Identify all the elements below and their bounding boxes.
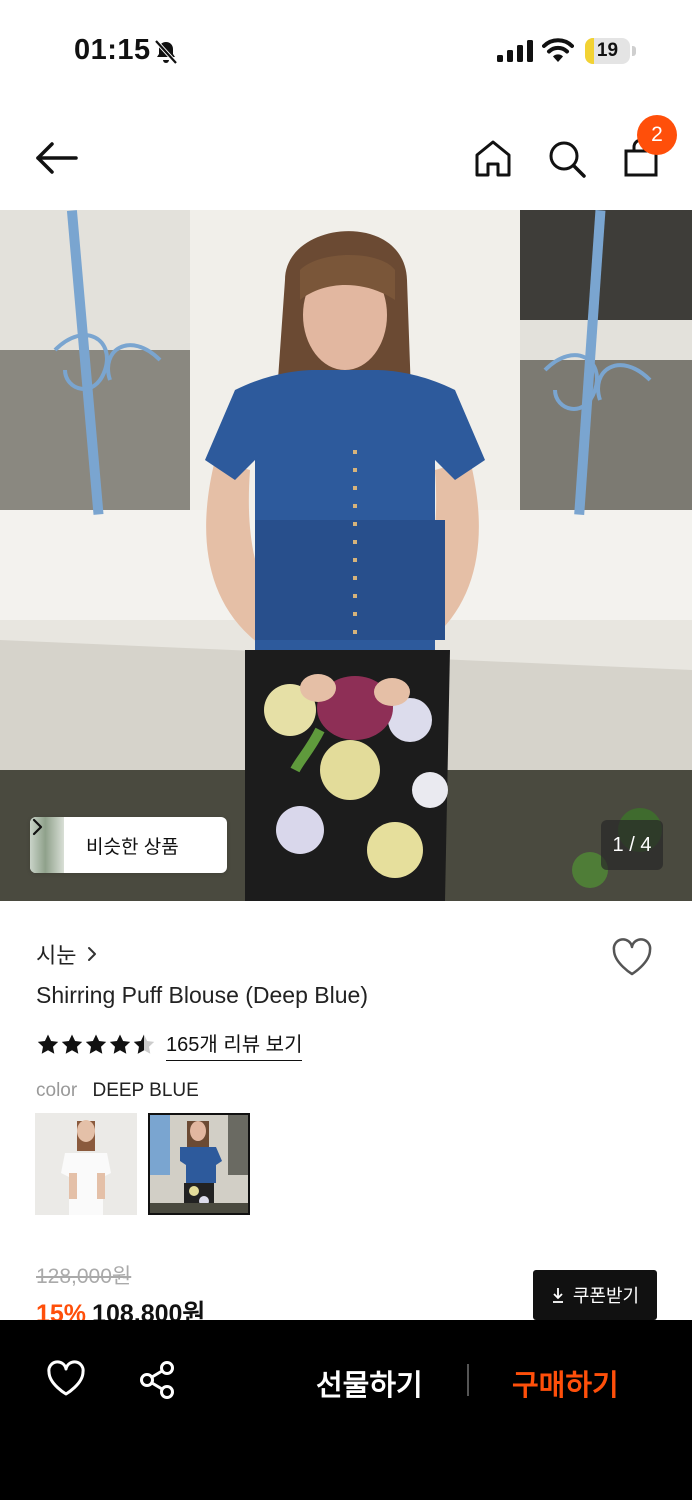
similar-products-button[interactable]: 비슷한 상품: [30, 817, 227, 873]
coupon-button[interactable]: 쿠폰받기: [533, 1270, 657, 1320]
share-icon[interactable]: [138, 1360, 176, 1400]
heart-icon[interactable]: [46, 1360, 86, 1398]
battery-icon: 19: [585, 38, 636, 64]
arrow-left-icon[interactable]: [30, 134, 82, 182]
bell-slash-icon: [154, 39, 178, 65]
chevron-right-icon: [88, 947, 97, 961]
bottom-action-bar: 선물하기 구매하기: [0, 1320, 692, 1500]
image-page-indicator: 1 / 4: [601, 820, 663, 870]
color-value: DEEP BLUE: [92, 1080, 199, 1101]
color-swatch-deep-blue[interactable]: [148, 1113, 250, 1215]
top-nav: 2: [0, 110, 692, 206]
brand-name: 시눈: [36, 943, 77, 968]
brand-link[interactable]: 시눈: [36, 938, 98, 970]
product-photo: [0, 210, 692, 901]
chevron-right-icon: [32, 818, 43, 836]
color-row: color DEEP BLUE: [36, 1080, 199, 1102]
color-swatch-white[interactable]: [35, 1113, 137, 1215]
coupon-label: 쿠폰받기: [572, 1286, 640, 1306]
star-rating: [37, 1034, 155, 1054]
status-bar: 01:15 19: [0, 0, 692, 100]
product-image-gallery[interactable]: 비슷한 상품 1 / 4: [0, 210, 692, 901]
battery-level-text: 19: [596, 40, 619, 61]
rating-row: 165개 리뷰 보기: [36, 1028, 303, 1061]
similar-products-label: 비슷한 상품: [86, 837, 179, 858]
divider: [467, 1364, 469, 1396]
buy-button[interactable]: 구매하기: [512, 1362, 619, 1404]
cellular-signal-icon: [497, 40, 533, 62]
review-link[interactable]: 165개 리뷰 보기: [166, 1028, 303, 1061]
original-price: 128,000원: [36, 1265, 132, 1288]
wifi-icon: [542, 38, 574, 62]
download-icon: [552, 1288, 563, 1303]
home-icon[interactable]: [470, 134, 516, 182]
gift-button[interactable]: 선물하기: [316, 1362, 423, 1404]
product-title: Shirring Puff Blouse (Deep Blue): [36, 982, 368, 1008]
status-time: 01:15: [74, 34, 151, 66]
heart-icon[interactable]: [610, 936, 654, 978]
search-icon[interactable]: [544, 134, 590, 182]
color-label: color: [36, 1080, 78, 1101]
cart-count-badge: 2: [637, 115, 677, 155]
